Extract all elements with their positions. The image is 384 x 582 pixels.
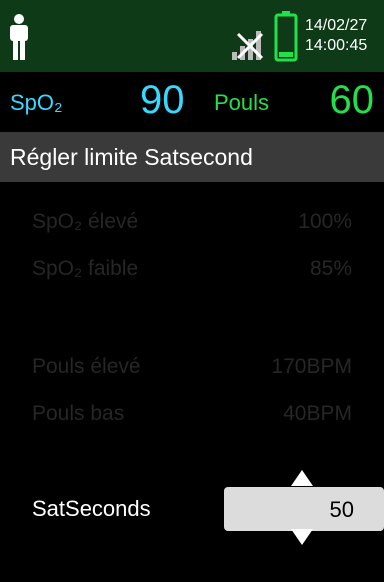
spo2-low-label: SpO₂ faible xyxy=(32,257,139,280)
page-title-text: Régler limite Satsecond xyxy=(10,144,253,170)
date-text: 14/02/27 xyxy=(305,17,368,34)
vitals-bar: SpO₂ 90 Pouls 60 xyxy=(0,72,384,132)
satseconds-value: 50 xyxy=(329,497,354,522)
time-text: 14:00:45 xyxy=(305,37,368,54)
satseconds-spinbox[interactable]: 50 xyxy=(224,487,384,531)
arrow-up-icon[interactable] xyxy=(290,469,314,487)
satseconds-label: SatSeconds xyxy=(32,496,151,521)
battery-icon xyxy=(274,11,298,62)
pulse-value: 60 xyxy=(329,78,375,122)
arrow-down-icon[interactable] xyxy=(290,528,314,546)
spo2-label: SpO₂ xyxy=(10,90,63,115)
spo2-high-label: SpO₂ élevé xyxy=(32,210,139,233)
no-signal-icon xyxy=(232,31,264,60)
pulse-high-label: Pouls élevé xyxy=(32,355,141,378)
pulse-label: Pouls xyxy=(214,90,270,115)
pulse-high-value: 170BPM xyxy=(271,355,352,378)
spo2-low-value: 85% xyxy=(309,257,352,280)
person-icon xyxy=(10,14,28,60)
status-bar: 14/02/27 14:00:45 xyxy=(0,0,384,72)
pulse-low-value: 40BPM xyxy=(283,402,352,425)
pulse-low-label: Pouls bas xyxy=(32,402,125,425)
page-title: Régler limite Satsecond xyxy=(0,132,384,182)
spo2-high-value: 100% xyxy=(298,210,352,233)
spo2-value: 90 xyxy=(140,78,185,122)
